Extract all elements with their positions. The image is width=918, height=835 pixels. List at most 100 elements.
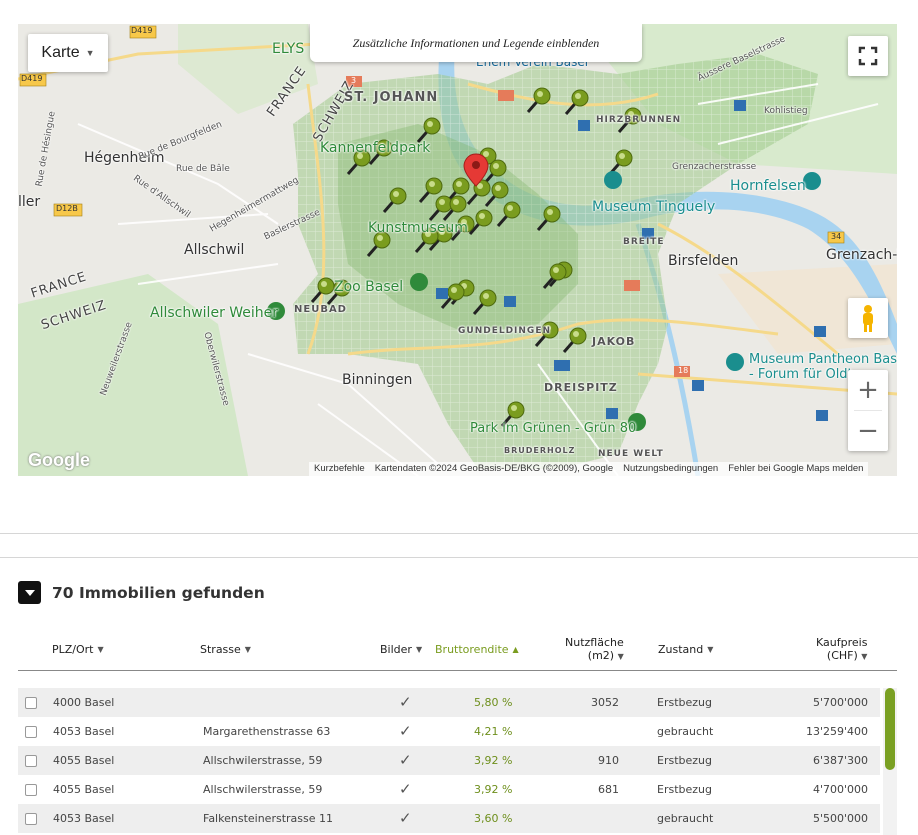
cell-rendite: 4,21 % xyxy=(474,725,513,738)
fullscreen-icon xyxy=(858,46,878,66)
cell-flaeche: 3052 xyxy=(591,696,619,709)
cell-strasse: Allschwilerstrasse, 59 xyxy=(203,754,323,767)
map-label-museum-tinguely: Museum Tinguely xyxy=(592,199,716,215)
sort-down-icon: ▼ xyxy=(244,645,251,654)
row-checkbox[interactable] xyxy=(25,813,37,825)
row-checkbox[interactable] xyxy=(25,784,37,796)
property-map[interactable]: FRANCE SCHWEIZ FRANCE SCHWEIZ ELYS ST. J… xyxy=(18,24,897,476)
images-check-icon: ✓ xyxy=(399,809,412,827)
results-header: 70 Immobilien gefunden xyxy=(18,581,265,604)
map-shield-d12b: D12B xyxy=(56,204,78,213)
row-checkbox[interactable] xyxy=(25,726,37,738)
zoom-out-button[interactable]: − xyxy=(848,411,888,451)
map-label-birsfelden: Birsfelden xyxy=(668,253,739,269)
images-check-icon: ✓ xyxy=(399,780,412,798)
section-divider xyxy=(0,557,918,558)
cell-flaeche: 681 xyxy=(598,783,619,796)
cell-kaufpreis: 6'387'300 xyxy=(812,754,868,767)
cell-plz: 4055 Basel xyxy=(53,754,115,767)
table-row[interactable]: 4055 Basel Allschwilerstrasse, 59 ✓ 3,92… xyxy=(18,775,880,804)
map-shield-d419-a: D419 xyxy=(131,26,153,35)
column-label: Nutzfläche xyxy=(565,636,624,649)
column-header-plz[interactable]: PLZ/Ort ▼ xyxy=(52,643,104,656)
map-attribution: Kurzbefehle Kartendaten ©2024 GeoBasis-D… xyxy=(309,462,869,476)
images-check-icon: ✓ xyxy=(399,751,412,769)
results-table-body: 4000 Basel ✓ 5,80 % 3052 Erstbezug 5'700… xyxy=(18,688,880,833)
table-row[interactable]: 4055 Basel Allschwilerstrasse, 59 ✓ 3,92… xyxy=(18,746,880,775)
column-header-kaufpreis[interactable]: Kaufpreis (CHF) ▼ xyxy=(816,636,867,663)
table-row[interactable]: 4000 Basel ✓ 5,80 % 3052 Erstbezug 5'700… xyxy=(18,688,880,717)
map-shield-3: 3 xyxy=(351,76,357,85)
column-label: PLZ/Ort xyxy=(52,643,94,656)
sort-down-icon: ▼ xyxy=(617,652,624,661)
map-data-credit: Kartendaten ©2024 GeoBasis-DE/BKG (©2009… xyxy=(374,463,614,474)
column-label: Kaufpreis xyxy=(816,636,868,649)
cell-kaufpreis: 5'500'000 xyxy=(812,812,868,825)
report-error-link[interactable]: Fehler bei Google Maps melden xyxy=(723,462,868,476)
cell-strasse: Allschwilerstrasse, 59 xyxy=(203,783,323,796)
chevron-down-icon: ▼ xyxy=(85,48,95,58)
map-street-grenzacherstrasse: Grenzacherstrasse xyxy=(672,162,757,172)
legend-toggle-button[interactable]: Zusätzliche Informationen und Legende ei… xyxy=(310,24,642,62)
section-divider xyxy=(0,533,918,534)
sort-up-icon: ▲ xyxy=(512,645,519,654)
results-count-title: 70 Immobilien gefunden xyxy=(52,583,265,602)
map-label-elys: ELYS xyxy=(272,41,305,57)
keyboard-shortcuts-link[interactable]: Kurzbefehle xyxy=(309,462,370,476)
map-label-iller: ller xyxy=(18,194,41,210)
cell-kaufpreis: 13'259'400 xyxy=(805,725,868,738)
map-shield-34: 34 xyxy=(831,232,842,241)
cell-zustand: gebraucht xyxy=(657,725,714,738)
map-street-rue-bale: Rue de Bâle xyxy=(176,164,230,174)
table-row[interactable]: 4053 Basel Falkensteinerstrasse 11 ✓ 3,6… xyxy=(18,804,880,833)
map-label-grenzach: Grenzach-W xyxy=(826,247,897,263)
map-label-neubad: NEUBAD xyxy=(294,304,347,315)
cell-rendite: 3,92 % xyxy=(474,754,513,767)
map-label-park-gruenen: Park im Grünen - Grün 80 xyxy=(470,421,637,436)
map-label-bruderholz: BRUDERHOLZ xyxy=(504,446,576,455)
zoom-in-button[interactable]: + xyxy=(848,370,888,410)
street-view-button[interactable] xyxy=(848,298,888,338)
map-label-hirzbrunnen: HIRZBRUNNEN xyxy=(596,115,682,125)
sort-down-icon: ▼ xyxy=(415,645,423,654)
fullscreen-button[interactable] xyxy=(848,36,888,76)
row-checkbox[interactable] xyxy=(25,697,37,709)
scrollbar-thumb[interactable] xyxy=(885,688,895,770)
table-row[interactable]: 4053 Basel Margarethenstrasse 63 ✓ 4,21 … xyxy=(18,717,880,746)
map-label-jakob: JAKOB xyxy=(592,335,636,348)
map-label-pantheon-1: Museum Pantheon Base xyxy=(749,352,897,367)
row-checkbox[interactable] xyxy=(25,755,37,767)
map-label-binningen: Binningen xyxy=(342,372,413,388)
cell-plz: 4055 Basel xyxy=(53,783,115,796)
terms-link[interactable]: Nutzungsbedingungen xyxy=(618,462,723,476)
map-shield-18: 18 xyxy=(678,366,689,375)
sort-down-icon: ▼ xyxy=(97,645,104,654)
table-scrollbar[interactable] xyxy=(883,688,897,835)
map-label-st-johann: ST. JOHANN xyxy=(344,90,439,105)
column-label-unit: (m2) xyxy=(587,649,615,662)
map-type-label: Karte xyxy=(41,44,80,61)
column-header-zustand[interactable]: Zustand ▼ xyxy=(658,643,713,656)
map-label-allschwil: Allschwil xyxy=(184,242,245,258)
column-header-strasse[interactable]: Strasse ▼ xyxy=(200,643,251,656)
pegman-icon xyxy=(863,305,873,332)
column-label: Bilder xyxy=(380,643,412,656)
cell-plz: 4053 Basel xyxy=(53,725,115,738)
cell-zustand: gebraucht xyxy=(657,812,714,825)
map-type-button[interactable]: Karte ▼ xyxy=(28,34,108,72)
column-label: Bruttorendite xyxy=(435,643,509,656)
sort-down-icon: ▼ xyxy=(861,652,868,661)
map-label-zoo-basel: Zoo Basel xyxy=(334,279,404,295)
map-label-allschwiler-weiher: Allschwiler Weiher xyxy=(150,305,279,321)
column-header-nutzflaeche[interactable]: Nutzfläche (m2) ▼ xyxy=(565,636,624,663)
cell-flaeche: 910 xyxy=(598,754,619,767)
cell-zustand: Erstbezug xyxy=(657,783,712,796)
cell-rendite: 3,92 % xyxy=(474,783,513,796)
cell-strasse: Margarethenstrasse 63 xyxy=(203,725,331,738)
map-label-breite: BREITE xyxy=(623,237,665,247)
collapse-toggle-button[interactable] xyxy=(18,581,41,604)
column-label-unit: (CHF) xyxy=(826,649,858,662)
column-header-bruttorendite[interactable]: Bruttorendite ▲ xyxy=(435,643,519,656)
map-label-neue-welt: NEUE WELT xyxy=(598,449,664,459)
column-header-bilder[interactable]: Bilder ▼ xyxy=(380,643,422,656)
